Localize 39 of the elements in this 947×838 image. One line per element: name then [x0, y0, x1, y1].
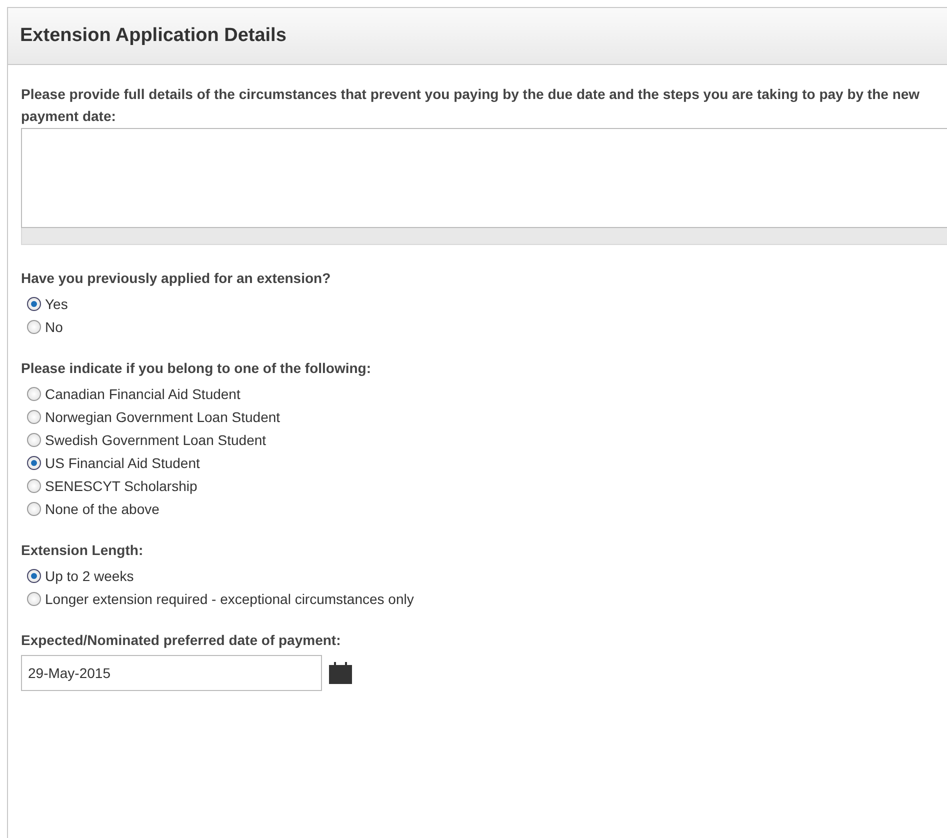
radio-button[interactable] [27, 502, 41, 516]
radio-option[interactable]: Canadian Financial Aid Student [21, 386, 947, 402]
radio-option[interactable]: Yes [21, 296, 947, 312]
question-label: Please provide full details of the circumstances that prevent you paying by the due date and the steps you are taking to pay by the new payment date: [21, 85, 921, 126]
radio-option[interactable]: SENESCYT Scholarship [21, 478, 947, 494]
radio-button[interactable] [27, 387, 41, 401]
question-label: Extension Length: [21, 541, 144, 560]
option-label[interactable]: Norwegian Government Loan Student [45, 409, 280, 425]
radio-option[interactable]: US Financial Aid Student [21, 455, 947, 471]
radio-button[interactable] [27, 479, 41, 493]
radio-option[interactable]: Up to 2 weeks [21, 568, 947, 584]
radio-button[interactable] [27, 433, 41, 447]
option-label[interactable]: US Financial Aid Student [45, 455, 200, 471]
radio-option[interactable]: Longer extension required - exceptional circumstances only [21, 591, 947, 607]
date-field[interactable]: 29-May-2015 [21, 655, 322, 691]
option-label[interactable]: No [45, 319, 63, 335]
option-label[interactable]: Up to 2 weeks [45, 568, 134, 584]
radio-button[interactable] [27, 456, 41, 470]
radio-option[interactable]: None of the above [21, 501, 947, 517]
radio-button[interactable] [27, 297, 41, 311]
radio-button[interactable] [27, 569, 41, 583]
option-label[interactable]: Yes [45, 296, 68, 312]
radio-option[interactable]: Norwegian Government Loan Student [21, 409, 947, 425]
option-label[interactable]: None of the above [45, 501, 160, 517]
question-label: Expected/Nominated preferred date of payment: [21, 631, 342, 650]
calendar-icon[interactable] [328, 661, 353, 685]
radio-option[interactable]: No [21, 319, 947, 335]
option-label[interactable]: Longer extension required - exceptional circumstances only [45, 591, 414, 607]
option-label[interactable]: SENESCYT Scholarship [45, 478, 198, 494]
option-label[interactable]: Canadian Financial Aid Student [45, 386, 240, 402]
radio-button[interactable] [27, 320, 41, 334]
radio-button[interactable] [27, 592, 41, 606]
panel-title: Extension Application Details [20, 25, 286, 47]
option-label[interactable]: Swedish Government Loan Student [45, 432, 266, 448]
radio-option[interactable]: Swedish Government Loan Student [21, 432, 947, 448]
question-label: Have you previously applied for an extension? [21, 269, 332, 288]
details-textarea[interactable] [21, 128, 947, 228]
radio-button[interactable] [27, 410, 41, 424]
question-label: Please indicate if you belong to one of the following: [21, 359, 372, 378]
